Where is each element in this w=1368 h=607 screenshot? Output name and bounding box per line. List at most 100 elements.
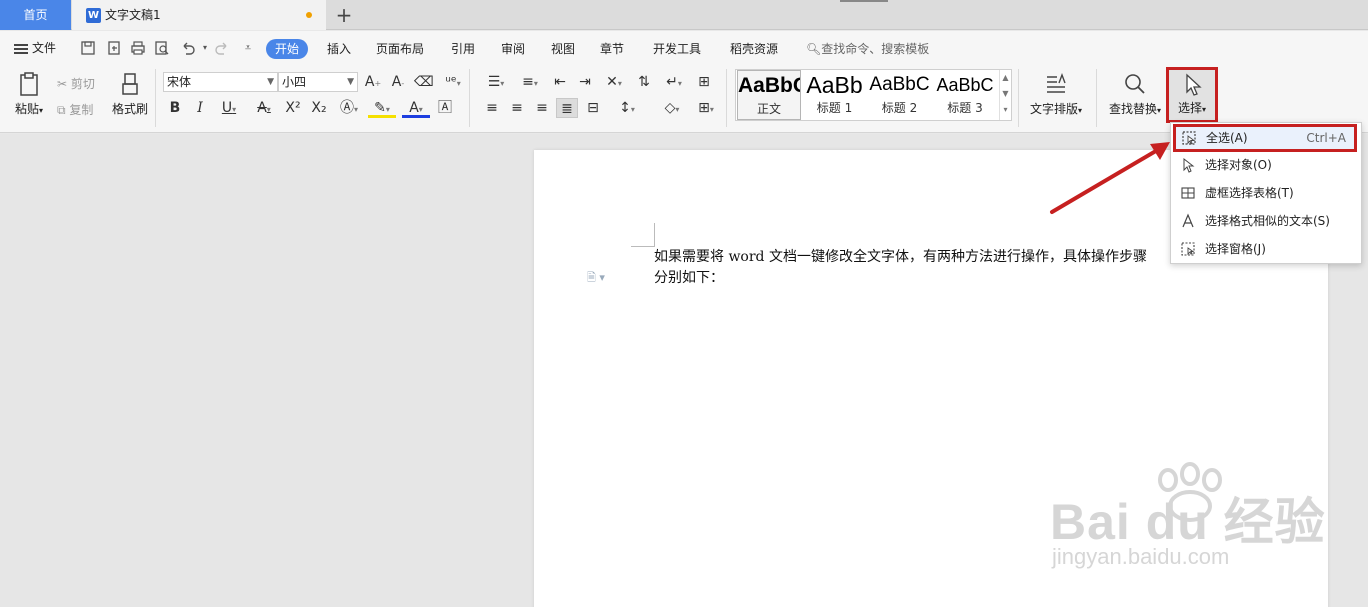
strikethrough-icon[interactable]: A▾ — [250, 98, 278, 118]
select-dropdown-menu: 全选(A) Ctrl+A 选择对象(O) 虚框选择表格(T) 选择格式相似的文本… — [1170, 122, 1362, 264]
style-heading-1[interactable]: AaBb 标题 1 — [802, 70, 867, 120]
text-layout-button[interactable]: 文字排版▾ — [1026, 71, 1086, 117]
table-select-icon — [1181, 187, 1195, 199]
align-center-icon[interactable]: ≡ — [507, 98, 527, 118]
grow-font-icon[interactable]: A+ — [364, 72, 382, 92]
copy-label: 复制 — [69, 103, 94, 117]
search-icon: 🔍︎ — [806, 42, 822, 56]
selection-pane-label: 选择窗格(J) — [1205, 242, 1266, 256]
find-replace-button[interactable]: 查找替换▾ — [1105, 71, 1165, 117]
menu-item-select-all[interactable]: 全选(A) Ctrl+A — [1173, 124, 1357, 152]
font-size-value: 小四 — [282, 75, 307, 89]
tab-home[interactable]: 首页 — [0, 0, 71, 30]
increase-indent-icon[interactable]: ⇥ — [575, 72, 595, 92]
text-layout-icon — [1047, 73, 1066, 93]
select-button[interactable]: 选择▾ — [1166, 67, 1218, 123]
borders-icon[interactable]: ⊞▾ — [692, 98, 720, 118]
decrease-indent-icon[interactable]: ⇤ — [550, 72, 570, 92]
chevron-down-icon[interactable]: ▼ — [1002, 89, 1008, 98]
file-menu-button[interactable]: 文件 — [14, 39, 56, 56]
select-objects-label: 选择对象(O) — [1205, 158, 1272, 172]
menu-item-select-similar-format[interactable]: 选择格式相似的文本(S) — [1171, 209, 1361, 233]
tab-page-layout[interactable]: 页面布局 — [376, 39, 424, 59]
save-icon[interactable] — [80, 40, 96, 56]
tab-developer[interactable]: 开发工具 — [653, 39, 701, 59]
customize-toolbar-icon[interactable]: ⩡ — [240, 40, 256, 56]
char-border-icon[interactable]: 🄰 — [436, 98, 454, 118]
more-styles-icon[interactable]: ▾ — [1003, 105, 1007, 114]
document-body[interactable]: 如果需要将 word 文档一键修改全文字体，有两种方法进行操作，具体操作步骤 分… — [654, 247, 1214, 289]
justify-icon[interactable]: ≣ — [556, 98, 578, 118]
file-menu-label: 文件 — [32, 41, 57, 55]
print-icon[interactable] — [130, 40, 146, 56]
paste-label: 粘贴 — [14, 102, 39, 116]
phonetic-guide-icon[interactable]: ᵘᵉ▾ — [438, 72, 468, 92]
command-search-label: 查找命令、搜索模板 — [821, 42, 930, 56]
style-normal[interactable]: AaBbC 正文 — [737, 70, 801, 120]
style-normal-preview: AaBbC — [738, 74, 800, 97]
underline-icon[interactable]: U▾ — [215, 98, 243, 118]
watermark-url: jingyan.baidu.com — [1052, 544, 1230, 569]
distributed-icon[interactable]: ⊟ — [583, 98, 603, 118]
styles-scroll[interactable]: ▲ ▼ ▾ — [999, 70, 1011, 120]
superscript-icon[interactable]: X² — [283, 98, 303, 118]
style-heading-3[interactable]: AaBbC 标题 3 — [932, 70, 998, 120]
tab-references[interactable]: 引用 — [451, 39, 475, 59]
text-effect-icon[interactable]: Ⓐ▾ — [335, 98, 363, 118]
format-painter-button[interactable]: 格式刷 — [110, 71, 150, 117]
shading-icon[interactable]: ◇▾ — [658, 98, 686, 118]
export-pdf-icon[interactable] — [106, 40, 122, 56]
paragraph-handle-icon[interactable]: 🗎︎ ▾ — [587, 269, 613, 285]
chinese-layout-icon[interactable]: ✕▾ — [600, 72, 628, 92]
subscript-icon[interactable]: X₂ — [309, 98, 329, 118]
copy-icon: ⧉ — [57, 103, 66, 117]
tab-review[interactable]: 审阅 — [501, 39, 525, 59]
new-tab-button[interactable]: + — [334, 0, 354, 30]
sort-icon[interactable]: ⇅ — [634, 72, 654, 92]
print-preview-icon[interactable] — [154, 40, 170, 56]
bold-icon[interactable]: B — [166, 98, 184, 118]
tab-document[interactable]: W 文字文稿1 — [72, 0, 326, 30]
hamburger-icon — [14, 42, 28, 56]
select-similar-format-label: 选择格式相似的文本(S) — [1205, 214, 1330, 228]
chevron-down-icon: ▼ — [267, 77, 274, 87]
highlight-icon[interactable]: ✎▾ — [368, 98, 396, 118]
tab-view[interactable]: 视图 — [551, 39, 575, 59]
align-right-icon[interactable]: ≡ — [532, 98, 552, 118]
clear-format-icon[interactable]: ⌫ — [414, 72, 434, 92]
cut-button[interactable]: ✂ 剪切 — [57, 75, 95, 92]
style-heading-3-preview: AaBbC — [936, 75, 994, 95]
tab-insert[interactable]: 插入 — [327, 39, 351, 59]
style-heading-1-label: 标题 1 — [816, 101, 853, 115]
undo-dropdown-icon[interactable]: ▾ — [197, 40, 213, 56]
menu-item-selection-pane[interactable]: 选择窗格(J) — [1171, 237, 1361, 261]
menu-item-select-objects[interactable]: 选择对象(O) — [1171, 153, 1361, 177]
tab-daoke-resources[interactable]: 稻壳资源 — [730, 39, 778, 59]
style-heading-2[interactable]: AaBbC 标题 2 — [867, 70, 932, 120]
show-marks-icon[interactable]: ↵▾ — [660, 72, 688, 92]
select-all-label: 全选(A) — [1206, 131, 1248, 145]
numbering-icon[interactable]: ≡▾ — [516, 72, 544, 92]
font-color-icon[interactable]: A▾ — [402, 98, 430, 118]
font-size-select[interactable]: 小四 ▼ — [278, 72, 358, 92]
pointer-icon — [1183, 157, 1195, 173]
tab-start[interactable]: 开始 — [266, 39, 309, 59]
chevron-up-icon[interactable]: ▲ — [1002, 73, 1008, 82]
copy-button[interactable]: ⧉ 复制 — [57, 101, 93, 118]
align-left-icon[interactable]: ≡ — [482, 98, 502, 118]
table-ruler-icon[interactable]: ⊞ — [694, 72, 714, 92]
cut-label: 剪切 — [70, 77, 95, 91]
font-name-select[interactable]: 宋体 ▼ — [163, 72, 278, 92]
drag-handle[interactable] — [840, 0, 888, 2]
document-line-1: 如果需要将 word 文档一键修改全文字体，有两种方法进行操作，具体操作步骤 — [654, 249, 1147, 265]
bullets-icon[interactable]: ☰▾ — [482, 72, 510, 92]
tab-sections[interactable]: 章节 — [600, 39, 624, 59]
command-search[interactable]: 🔍︎查找命令、搜索模板 — [806, 39, 929, 59]
shrink-font-icon[interactable]: A- — [389, 72, 407, 92]
italic-icon[interactable]: I — [191, 98, 209, 118]
undo-icon[interactable] — [180, 40, 196, 56]
redo-icon[interactable] — [214, 40, 230, 56]
menu-item-marquee-select-table[interactable]: 虚框选择表格(T) — [1171, 181, 1361, 205]
line-spacing-icon[interactable]: ↕▾ — [612, 98, 642, 118]
paste-button[interactable]: 粘贴▾ — [10, 71, 48, 117]
